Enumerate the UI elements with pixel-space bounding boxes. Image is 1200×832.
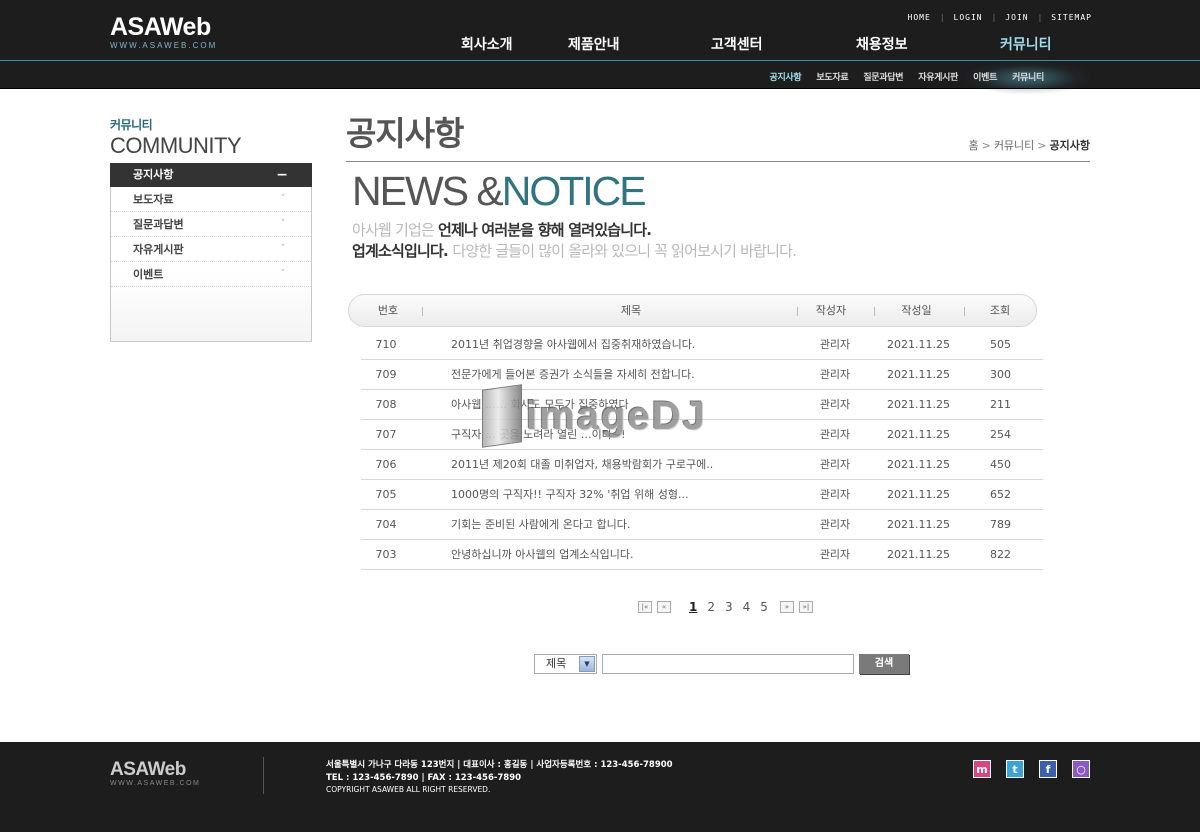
breadcrumb-community[interactable]: 커뮤니티 xyxy=(994,139,1034,152)
sidebar: 커뮤니티 COMMUNITY 공지사항 − 보도자료 ˅ 질문과답변 ˅ 자유게… xyxy=(110,116,312,342)
twitter-icon[interactable]: t xyxy=(1006,760,1024,778)
table-row: 704 기회는 준비된 사람에게 온다고 합니다. 관리자 2021.11.25… xyxy=(361,510,1043,540)
footer-logo: ASAWeb WWW.ASAWEB.COM xyxy=(110,759,201,788)
lnb-item-event[interactable]: 이벤트 xyxy=(973,70,997,83)
table-row: 706 2011년 제20회 대졸 미취업자, 채용박람회가 구로구에.. 관리… xyxy=(361,450,1043,480)
search-button[interactable]: 검색 xyxy=(859,654,909,674)
utility-menu: HOME | LOGIN | JOIN | SITEMAP xyxy=(907,13,1092,22)
chevron-down-icon: ˅ xyxy=(280,219,286,229)
sidebar-title-en: COMMUNITY xyxy=(110,133,242,158)
col-header-date: 작성일 xyxy=(901,304,932,317)
hero-description: 아사웹 기업은 언제나 여러분을 향해 열려있습니다. 업계소식입니다. 다양한… xyxy=(352,221,797,260)
table-row: 707 구직자 … 곳을 노려라 열린 …이다~! 관리자 2021.11.25… xyxy=(361,420,1043,450)
lnb-item-press[interactable]: 보도자료 xyxy=(816,70,848,83)
first-page-icon[interactable]: |« xyxy=(638,601,652,613)
content-area: 공지사항 홈 > 커뮤니티 > 공지사항 NEWS &NOTICE 아사웹 기업은 언제… xyxy=(346,110,1090,260)
footer-company-info: 서울특별시 가나구 다라동 123번지 | 대표이사 : 홍길동 | 사업자등록… xyxy=(326,759,673,797)
footer-address: 서울특별시 가나구 다라동 123번지 | 대표이사 : 홍길동 | 사업자등록… xyxy=(326,760,673,770)
sub-nav: 공지사항 보도자료 질문과답변 자유게시판 이벤트 커뮤니티 xyxy=(754,70,1044,83)
post-title-link[interactable]: 2011년 제20회 대졸 미취업자, 채용박람회가 구로구에.. xyxy=(451,450,713,479)
sidebar-item-event[interactable]: 이벤트 ˅ xyxy=(111,262,311,287)
post-title-link[interactable]: 아사웹 …… 회사도 모두가 집중하였다 xyxy=(451,390,629,419)
post-title-link[interactable]: 구직자 … 곳을 노려라 열린 …이다~! xyxy=(451,420,626,449)
post-title-link[interactable]: 전문가에게 들어본 증권가 소식들을 자세히 전합니다. xyxy=(451,360,695,389)
table-row: 703 안녕하십니까 아사웹의 업계소식입니다. 관리자 2021.11.25 … xyxy=(361,540,1043,570)
page-number[interactable]: 5 xyxy=(760,600,768,614)
sidebar-item-notice[interactable]: 공지사항 − xyxy=(110,163,312,187)
chevron-right-icon: > xyxy=(981,139,991,152)
post-title-link[interactable]: 기회는 준비된 사람에게 온다고 합니다. xyxy=(451,510,630,539)
util-login-link[interactable]: LOGIN xyxy=(954,13,983,22)
community-icon[interactable]: ○ xyxy=(1072,760,1090,778)
sidebar-title-ko: 커뮤니티 xyxy=(110,118,153,132)
chevron-down-icon: ˅ xyxy=(280,244,286,254)
next-page-icon[interactable]: » xyxy=(779,601,794,613)
sidebar-item-freeboard[interactable]: 자유게시판 ˅ xyxy=(111,237,311,262)
lnb-item-freeboard[interactable]: 자유게시판 xyxy=(918,70,958,83)
post-title-link[interactable]: 2011년 취업경향을 아사웹에서 집중취재하였습니다. xyxy=(451,330,695,359)
util-sitemap-link[interactable]: SITEMAP xyxy=(1051,13,1092,22)
chevron-down-icon[interactable]: ▼ xyxy=(579,656,595,672)
pagination: |« « 1 2 3 4 5 » »| xyxy=(638,600,818,614)
table-row: 709 전문가에게 들어본 증권가 소식들을 자세히 전합니다. 관리자 202… xyxy=(361,360,1043,390)
post-title-link[interactable]: 1000명의 구직자!! 구직자 32% '취업 위해 성형... xyxy=(451,480,688,509)
sidebar-item-label: 질문과답변 xyxy=(133,218,184,231)
page-number[interactable]: 2 xyxy=(707,600,715,614)
col-header-subject: 제목 xyxy=(620,304,642,317)
col-header-author: 작성자 xyxy=(815,304,847,317)
breadcrumb-current: 공지사항 xyxy=(1049,139,1090,152)
search-field-value: 제목 xyxy=(546,657,567,670)
col-header-number: 번호 xyxy=(377,304,399,317)
chevron-down-icon: ˅ xyxy=(280,269,286,279)
sidebar-item-label: 보도자료 xyxy=(133,193,174,206)
sidebar-item-label: 이벤트 xyxy=(133,268,164,281)
board-list: 710 2011년 취업경향을 아사웹에서 집중취재하였습니다. 관리자 202… xyxy=(361,330,1043,570)
sns-links: m t f ○ xyxy=(958,760,1090,778)
page-number[interactable]: 3 xyxy=(725,600,733,614)
header: ASAWeb WWW.ASAWEB.COM HOME | LOGIN | JOI… xyxy=(0,0,1200,94)
lnb-item-notice[interactable]: 공지사항 xyxy=(769,70,801,83)
breadcrumb: 홈 > 커뮤니티 > 공지사항 xyxy=(968,137,1090,153)
footer-copyright: COPYRIGHT ASAWEB ALL RIGHT RESERVED. xyxy=(326,785,491,794)
hero: NEWS &NOTICE 아사웹 기업은 언제나 여러분을 향해 열려있습니다.… xyxy=(352,168,797,262)
sidebar-item-press[interactable]: 보도자료 ˅ xyxy=(111,187,311,212)
footer-contact: TEL : 123-456-7890 | FAX : 123-456-7890 xyxy=(326,772,522,783)
last-page-icon[interactable]: »| xyxy=(798,601,813,613)
sidebar-item-label: 자유게시판 xyxy=(133,243,184,256)
search-input[interactable] xyxy=(602,654,854,674)
lnb-item-community[interactable]: 커뮤니티 xyxy=(1012,70,1044,83)
title-divider xyxy=(346,161,1090,162)
table-row: 705 1000명의 구직자!! 구직자 32% '취업 위해 성형... 관리… xyxy=(361,480,1043,510)
page-number-current[interactable]: 1 xyxy=(689,600,697,614)
facebook-icon[interactable]: f xyxy=(1039,760,1057,778)
lnb-item-qna[interactable]: 질문과답변 xyxy=(863,70,903,83)
active-menu-arrow-icon xyxy=(0,34,1200,56)
board-header: 번호 제목 작성자 작성일 조회 xyxy=(348,294,1037,327)
minus-icon: − xyxy=(276,167,288,183)
post-title-link[interactable]: 안녕하십니까 아사웹의 업계소식입니다. xyxy=(451,540,634,569)
chevron-down-icon: ˅ xyxy=(280,194,286,204)
hero-title: NEWS &NOTICE xyxy=(352,168,647,214)
sidebar-item-label: 공지사항 xyxy=(133,168,174,181)
breadcrumb-home[interactable]: 홈 xyxy=(968,139,978,152)
prev-page-icon[interactable]: « xyxy=(657,601,671,613)
sidebar-menu: 공지사항 − 보도자료 ˅ 질문과답변 ˅ 자유게시판 ˅ 이벤트 ˅ xyxy=(110,163,312,342)
header-divider xyxy=(0,60,1200,61)
table-row: 710 2011년 취업경향을 아사웹에서 집중취재하였습니다. 관리자 202… xyxy=(361,330,1043,360)
chevron-right-icon: > xyxy=(1037,139,1047,152)
sidebar-item-qna[interactable]: 질문과답변 ˅ xyxy=(111,212,311,237)
sidebar-title: 커뮤니티 COMMUNITY xyxy=(110,116,312,158)
util-home-link[interactable]: HOME xyxy=(908,13,931,22)
search-bar: 제목 ▼ 검색 xyxy=(534,654,909,674)
search-field-select[interactable]: 제목 ▼ xyxy=(534,654,597,674)
table-row: 708 아사웹 …… 회사도 모두가 집중하였다 관리자 2021.11.25 … xyxy=(361,390,1043,420)
col-header-hits: 조회 xyxy=(989,304,1011,317)
me2day-icon[interactable]: m xyxy=(973,760,991,778)
util-join-link[interactable]: JOIN xyxy=(1005,13,1028,22)
footer: ASAWeb WWW.ASAWEB.COM 서울특별시 가나구 다라동 123번… xyxy=(0,742,1200,832)
page-number[interactable]: 4 xyxy=(743,600,751,614)
